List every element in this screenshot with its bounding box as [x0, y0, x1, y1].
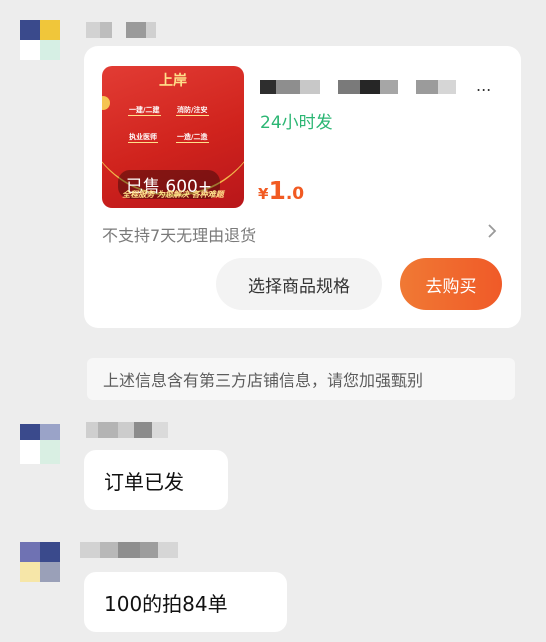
avatar[interactable]: [20, 542, 60, 582]
sender-name-blurred: [80, 542, 178, 558]
chat-message-bubble[interactable]: 订单已发: [84, 450, 228, 510]
sender-name-blurred: [86, 422, 168, 438]
image-tag: 一建/二建: [128, 106, 161, 116]
banner-title: 上岸: [159, 73, 187, 89]
chevron-right-icon[interactable]: [487, 223, 497, 243]
chat-message-bubble[interactable]: 100的拍84单: [84, 572, 287, 632]
price-integer: 1: [268, 176, 286, 205]
select-spec-button[interactable]: 选择商品规格: [216, 258, 382, 310]
avatar[interactable]: [20, 20, 60, 60]
price-decimal: .0: [285, 184, 305, 204]
return-policy[interactable]: 不支持7天无理由退货: [102, 222, 256, 246]
currency-symbol: ¥: [258, 185, 269, 203]
title-ellipsis: ...: [476, 76, 492, 95]
shipping-time: 24小时发: [260, 113, 333, 133]
price: ¥1.0: [258, 176, 304, 205]
buy-button[interactable]: 去购买: [400, 258, 502, 310]
third-party-notice: 上述信息含有第三方店铺信息，请您加强甄别: [87, 358, 515, 400]
avatar[interactable]: [20, 424, 60, 464]
image-slogan: 全程服务 为您解决 各种难题: [122, 190, 224, 199]
image-tag: 执业医师: [128, 133, 158, 143]
product-card[interactable]: 上岸 一建/二建 消防/注安 执业医师 一造/二造 已售 600+ 全程服务 为…: [84, 46, 521, 328]
product-title-blurred: [260, 80, 466, 94]
image-tag: 消防/注安: [176, 106, 209, 116]
sender-name-blurred: [86, 22, 156, 38]
product-image[interactable]: 上岸 一建/二建 消防/注安 执业医师 一造/二造 已售 600+ 全程服务 为…: [102, 66, 244, 208]
image-tag: 一造/二造: [176, 133, 209, 143]
